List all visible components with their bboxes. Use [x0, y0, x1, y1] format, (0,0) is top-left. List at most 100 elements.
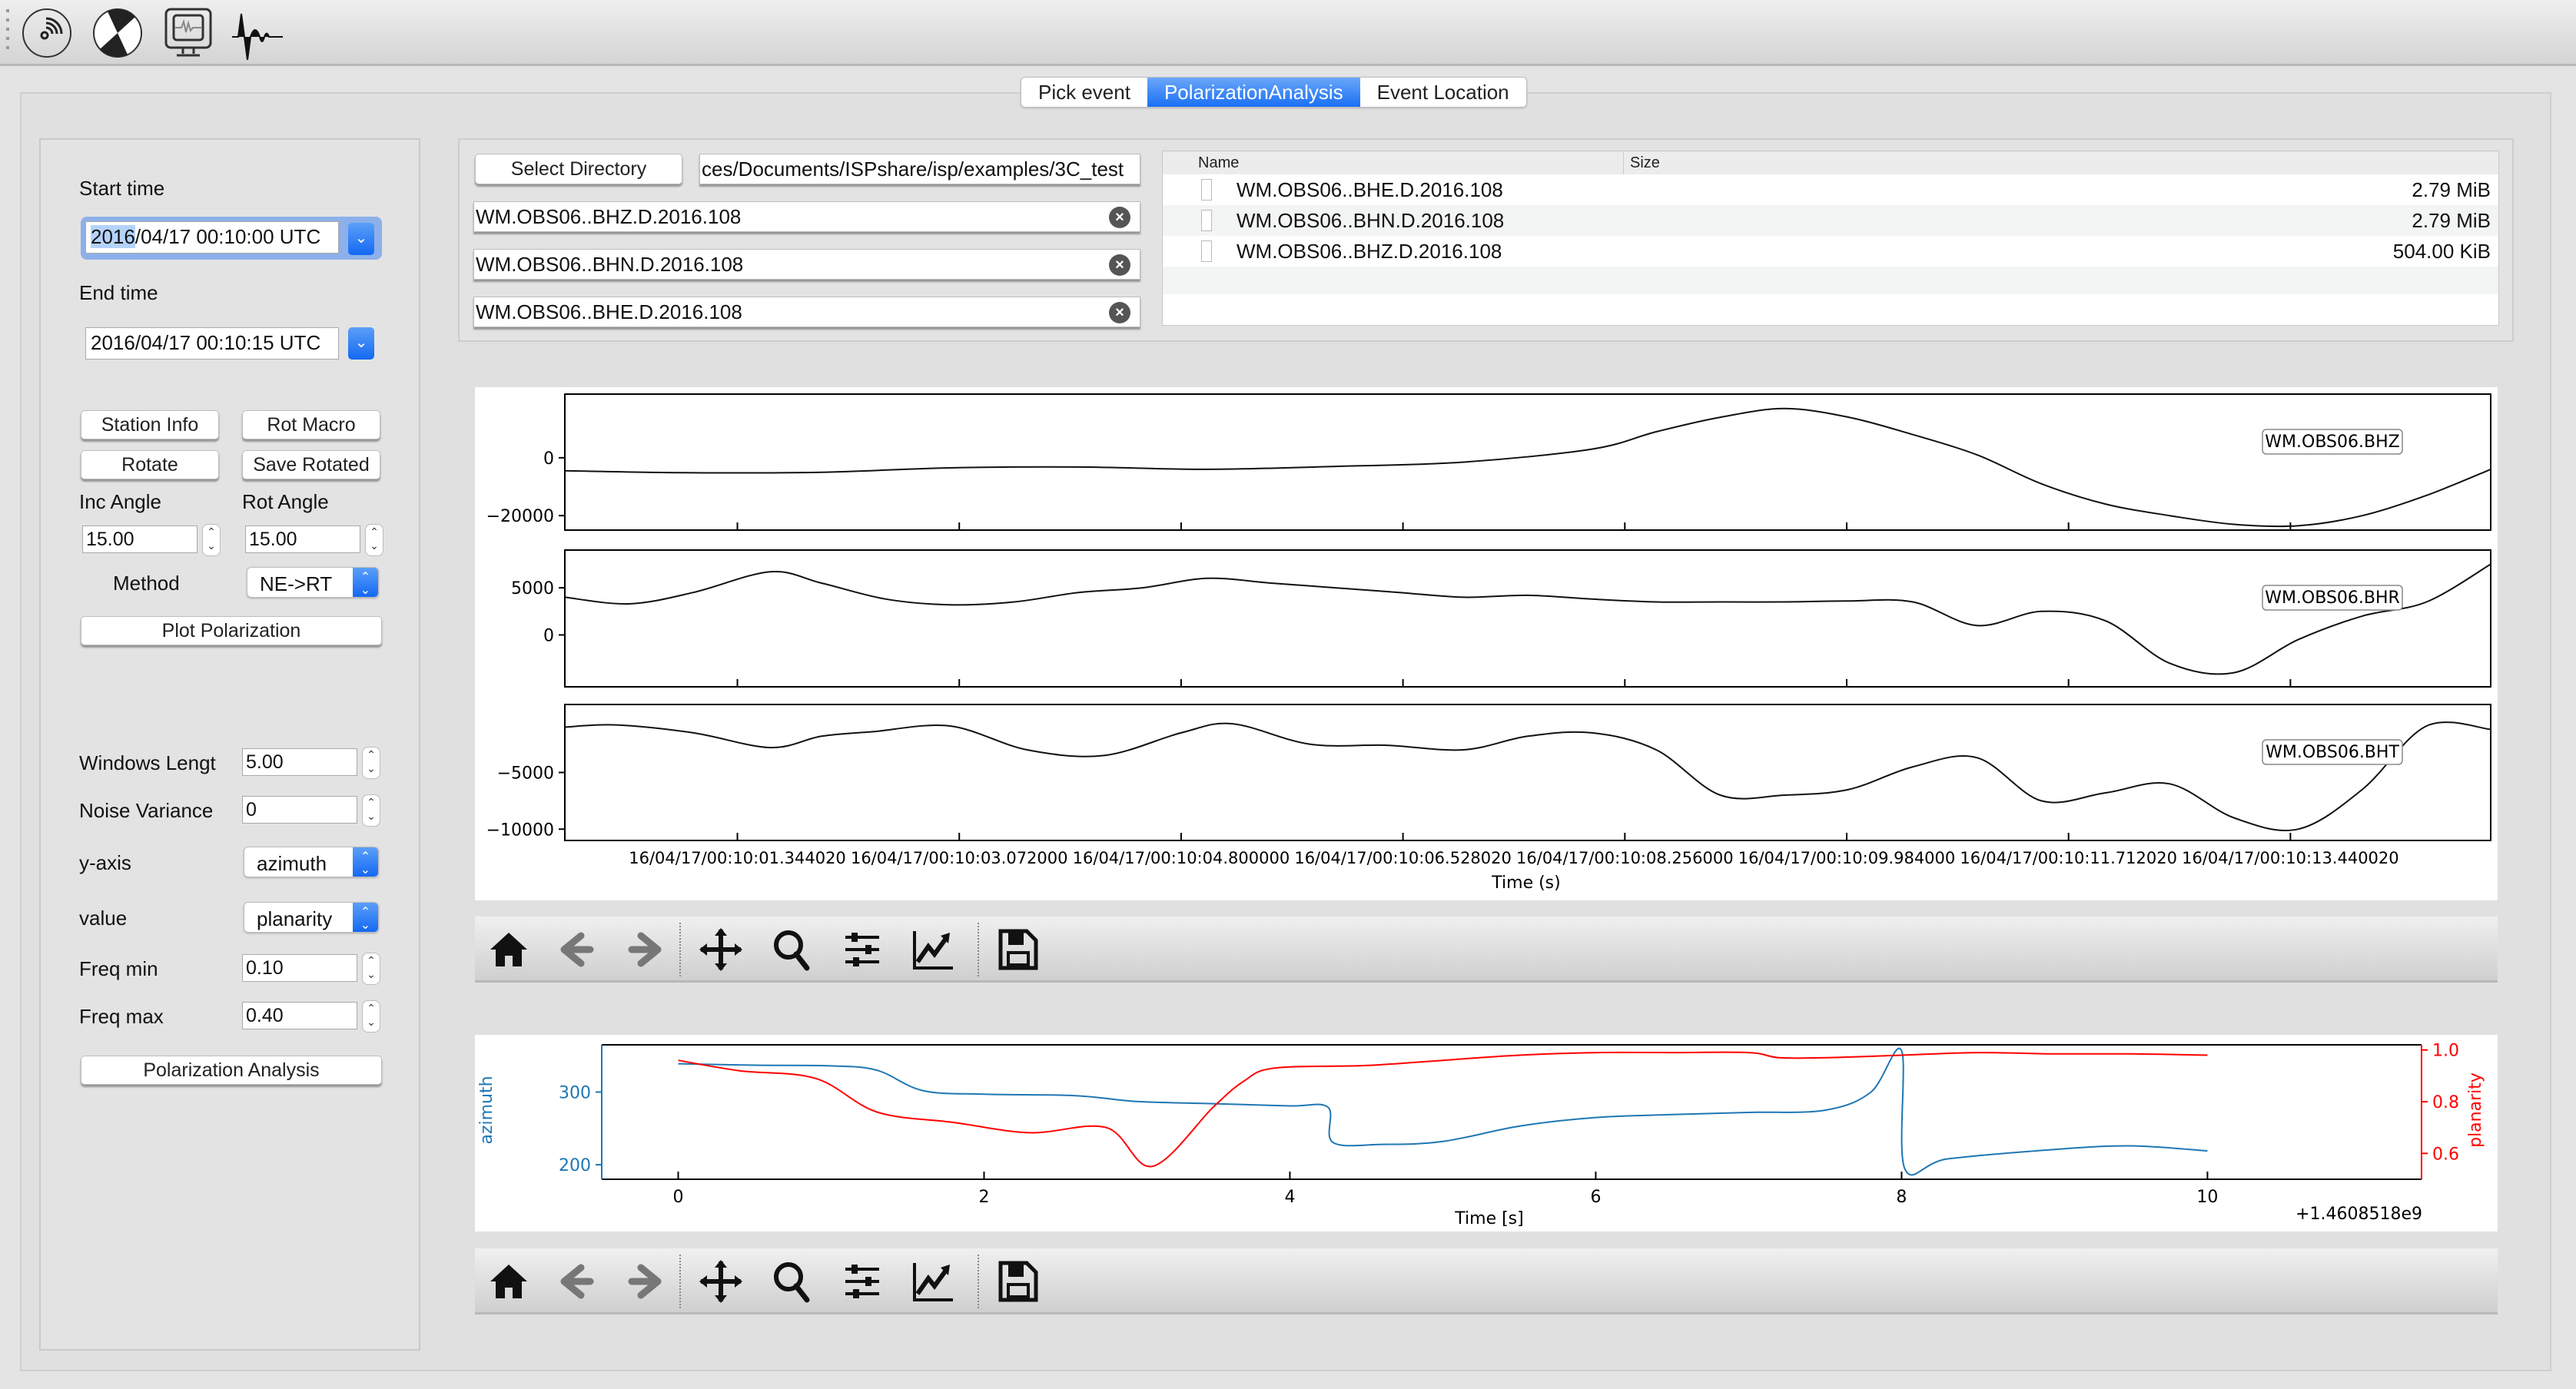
y-tick-label: 5000 [511, 579, 554, 598]
trace-line [564, 721, 2491, 832]
end-time-label: End time [79, 281, 158, 304]
start-time-dropdown-button[interactable]: ⌄ [348, 223, 374, 255]
table-row[interactable]: WM.OBS06..BHN.D.2016.108 2.79 MiB [1163, 205, 2498, 236]
start-time-label: Start time [79, 177, 165, 200]
forward-arrow-icon[interactable] [622, 927, 669, 973]
tab-bar: Pick event PolarizationAnalysis Event Lo… [1021, 77, 1527, 108]
value-label: value [79, 907, 128, 930]
end-time-dropdown-button[interactable]: ⌄ [348, 327, 374, 360]
pan-icon[interactable] [698, 1258, 744, 1304]
freq-max-stepper[interactable]: ⌃ ⌄ [362, 1000, 380, 1033]
file-name: WM.OBS06..BHE.D.2016.108 [1237, 178, 1503, 201]
home-icon[interactable] [486, 1258, 532, 1304]
noise-variance-stepper[interactable]: ⌃ ⌄ [362, 794, 380, 827]
planarity-line [678, 1051, 2208, 1168]
home-icon[interactable] [486, 927, 532, 973]
y-right-tick-label: 0.8 [2432, 1093, 2459, 1112]
freq-max-input[interactable]: 0.40 [242, 1002, 357, 1029]
end-time-field[interactable]: 2016/04/17 00:10:15 UTC [85, 327, 339, 360]
file-input-bhe[interactable]: WM.OBS06..BHE.D.2016.108 × [473, 297, 1140, 327]
polarization-plot[interactable]: 0 2 4 6 8 10 300 200 1.0 0.8 0.6 Time [s] +1.46085… [475, 1035, 2498, 1232]
clear-icon[interactable]: × [1109, 207, 1130, 228]
tab-event-location[interactable]: Event Location [1359, 78, 1526, 107]
save-rotated-button[interactable]: Save Rotated [242, 450, 380, 479]
azimuth-line [678, 1047, 2208, 1176]
rot-angle-input[interactable]: 15.00 [245, 525, 360, 553]
file-input-bhz[interactable]: WM.OBS06..BHZ.D.2016.108 × [473, 201, 1140, 232]
edit-axis-icon[interactable] [910, 927, 956, 973]
tab-pick-event[interactable]: Pick event [1021, 78, 1147, 107]
zoom-icon[interactable] [768, 927, 815, 973]
save-icon[interactable] [994, 1258, 1041, 1304]
start-time-selected-text: 2016 [91, 225, 135, 248]
y-axis-label-right: planarity [2466, 1072, 2485, 1148]
rot-angle-stepper[interactable]: ⌃ ⌄ [365, 524, 383, 556]
rot-macro-button[interactable]: Rot Macro [242, 410, 380, 439]
select-directory-button[interactable]: Select Directory [475, 154, 682, 184]
seismometer-icon[interactable] [20, 6, 74, 60]
plot-toolbar-polarization [475, 1248, 2498, 1314]
rotate-button[interactable]: Rotate [81, 450, 219, 479]
waveform-figure[interactable]: 0 −20000 WM.OBS06.BHZ 5000 0 WM.OBS06.BHR −500… [475, 387, 2498, 900]
polarization-figure[interactable]: 0 2 4 6 8 10 300 200 1.0 0.8 0.6 Time [s] +1.46085… [475, 1035, 2498, 1232]
start-time-text: /04/17 00:10:00 UTC [134, 225, 321, 248]
file-input-value: WM.OBS06..BHZ.D.2016.108 [476, 205, 742, 228]
freq-min-input[interactable]: 0.10 [242, 954, 357, 982]
window-length-stepper[interactable]: ⌃ ⌄ [362, 747, 380, 779]
method-select[interactable]: NE->RT ⌃ ⌄ [247, 567, 379, 598]
waveform-plot[interactable]: 0 −20000 WM.OBS06.BHZ 5000 0 WM.OBS06.BHR −500… [475, 387, 2498, 900]
column-header-size[interactable]: Size [1624, 151, 2498, 174]
rot-angle-label: Rot Angle [242, 490, 329, 513]
toolbar-grip[interactable] [6, 9, 9, 55]
freq-min-stepper[interactable]: ⌃ ⌄ [362, 953, 380, 985]
file-input-bhn[interactable]: WM.OBS06..BHN.D.2016.108 × [473, 249, 1140, 280]
noise-variance-input[interactable]: 0 [242, 796, 357, 824]
column-header-name[interactable]: Name [1163, 151, 1624, 174]
monitor-waveform-icon[interactable] [163, 6, 217, 60]
method-label: Method [113, 572, 180, 595]
configure-subplots-icon[interactable] [839, 1258, 885, 1304]
edit-axis-icon[interactable] [910, 1258, 956, 1304]
freq-max-label: Freq max [79, 1005, 164, 1028]
file-icon [1201, 240, 1212, 262]
configure-subplots-icon[interactable] [839, 927, 885, 973]
directory-path-input[interactable]: ces/Documents/ISPshare/isp/examples/3C_t… [699, 154, 1140, 184]
y-axis-label-left: azimuth [477, 1076, 496, 1144]
zoom-icon[interactable] [768, 1258, 815, 1304]
plot-polarization-button[interactable]: Plot Polarization [81, 616, 382, 645]
inc-angle-stepper[interactable]: ⌃ ⌄ [202, 524, 221, 556]
back-arrow-icon[interactable] [553, 927, 599, 973]
x-tick-label: 16/04/17/00:10:08.256000 [1516, 849, 1734, 867]
y-tick-label: −10000 [486, 820, 554, 840]
clear-icon[interactable]: × [1109, 254, 1130, 276]
trace-label: WM.OBS06.BHR [2265, 588, 2400, 608]
y-axis-value: azimuth [257, 852, 327, 875]
x-tick-label: 16/04/17/00:10:04.800000 [1073, 849, 1290, 867]
table-row[interactable]: WM.OBS06..BHE.D.2016.108 2.79 MiB [1163, 174, 2498, 205]
x-offset-label: +1.4608518e9 [2295, 1205, 2422, 1224]
polarization-analysis-button[interactable]: Polarization Analysis [81, 1056, 382, 1085]
y-axis-select[interactable]: azimuth ⌃ ⌄ [244, 847, 379, 877]
start-time-field[interactable]: 2016/04/17 00:10:00 UTC [85, 221, 339, 254]
axes-frame [564, 393, 2491, 531]
tab-polarization-analysis[interactable]: PolarizationAnalysis [1147, 78, 1360, 107]
station-info-button[interactable]: Station Info [81, 410, 219, 439]
toolbar-separator [978, 923, 979, 976]
file-table: Name Size WM.OBS06..BHE.D.2016.108 2.79 … [1162, 151, 2499, 326]
forward-arrow-icon[interactable] [622, 1258, 669, 1304]
seismogram-icon[interactable] [231, 6, 284, 60]
save-icon[interactable] [994, 927, 1041, 973]
table-row[interactable]: WM.OBS06..BHZ.D.2016.108 504.00 KiB [1163, 236, 2498, 267]
value-select[interactable]: planarity ⌃ ⌄ [244, 902, 379, 933]
inc-angle-input[interactable]: 15.00 [82, 525, 198, 553]
main-toolbar [0, 0, 2576, 66]
beachball-icon[interactable] [91, 6, 144, 60]
back-arrow-icon[interactable] [553, 1258, 599, 1304]
empty-row [1163, 267, 2498, 294]
x-tick-label: 6 [1590, 1188, 1601, 1207]
inc-angle-label: Inc Angle [79, 490, 161, 513]
window-length-input[interactable]: 5.00 [242, 748, 357, 776]
trace-line [564, 407, 2491, 528]
clear-icon[interactable]: × [1109, 302, 1130, 323]
pan-icon[interactable] [698, 927, 744, 973]
